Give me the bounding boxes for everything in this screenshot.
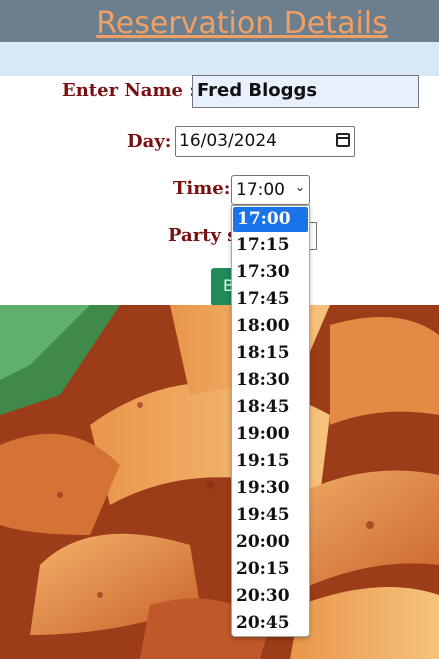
calendar-icon[interactable] (336, 133, 350, 147)
time-option[interactable]: 17:45 (232, 286, 309, 313)
party-size-label: Party s (168, 225, 238, 246)
time-option[interactable]: 20:30 (232, 583, 309, 610)
chevron-down-icon: ⌄ (294, 180, 305, 194)
time-option[interactable]: 18:45 (232, 394, 309, 421)
time-option[interactable]: 20:15 (232, 556, 309, 583)
time-option[interactable]: 18:00 (232, 313, 309, 340)
time-option[interactable]: 18:30 (232, 367, 309, 394)
time-dropdown-list[interactable]: 17:00 17:15 17:30 17:45 18:00 18:15 18:30 18:45… (231, 205, 310, 637)
time-option[interactable]: 19:00 (232, 421, 309, 448)
day-date-input[interactable]: 16/03/2024 (175, 126, 355, 157)
time-option[interactable]: 20:00 (232, 529, 309, 556)
food-image (0, 305, 439, 659)
time-option[interactable]: 19:45 (232, 502, 309, 529)
time-option[interactable]: 17:00 (233, 207, 308, 232)
name-input[interactable]: Fred Bloggs (192, 75, 419, 108)
day-value: 16/03/2024 (179, 131, 277, 151)
day-label: Day: (127, 131, 172, 152)
time-option[interactable]: 20:45 (232, 610, 309, 636)
time-label: Time: (173, 178, 231, 199)
time-select[interactable]: 17:00 ⌄ (231, 175, 310, 205)
time-option[interactable]: 18:15 (232, 340, 309, 367)
page-title: Reservation Details (96, 6, 388, 41)
time-option[interactable]: 19:15 (232, 448, 309, 475)
header-light-band (0, 42, 439, 76)
pasta-image (0, 305, 439, 659)
time-option[interactable]: 19:30 (232, 475, 309, 502)
time-option[interactable]: 17:15 (232, 232, 309, 259)
name-label: Enter Name : (62, 80, 196, 101)
time-select-value: 17:00 (236, 180, 285, 200)
time-option[interactable]: 17:30 (232, 259, 309, 286)
